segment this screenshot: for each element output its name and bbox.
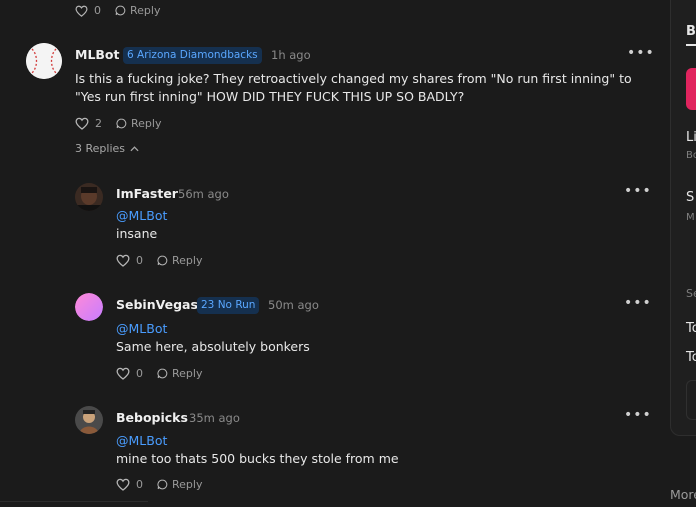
sidebar-card[interactable] <box>686 380 696 420</box>
reply-label: Reply <box>172 367 203 380</box>
top-comment-actions: 0 Reply <box>75 4 160 17</box>
comment-icon <box>157 368 168 379</box>
bet-badge: 23 No Run <box>197 297 260 314</box>
reply-button[interactable]: Reply <box>157 478 202 491</box>
more-icon[interactable]: ••• <box>624 296 652 310</box>
reply-time: 56m ago <box>178 187 229 201</box>
comment-icon <box>157 255 168 266</box>
like-count: 0 <box>136 254 143 267</box>
reply-text: mine too thats 500 bucks they stole from… <box>116 451 399 466</box>
more-icon[interactable]: ••• <box>624 184 652 198</box>
sidebar-item-title[interactable]: S <box>686 190 694 205</box>
comment-actions: 2 Reply <box>75 117 161 130</box>
reply-label: Reply <box>172 478 203 491</box>
comments-page: 0 Reply MLBot 6 Arizona Diamondbacks 1h … <box>0 0 696 507</box>
more-icon[interactable]: ••• <box>624 408 652 422</box>
like-count: 0 <box>94 4 101 17</box>
mention-link[interactable]: @MLBot <box>116 321 167 336</box>
sidebar-item-subtitle: M <box>686 212 695 223</box>
reply-label: Reply <box>130 4 161 17</box>
promo-card[interactable] <box>686 68 696 110</box>
like-count: 0 <box>136 478 143 491</box>
like-count: 2 <box>95 117 102 130</box>
mention-link[interactable]: @MLBot <box>116 208 167 223</box>
reply-button[interactable]: Reply <box>115 4 160 17</box>
comment-icon <box>116 118 127 129</box>
chevron-up-icon <box>130 145 139 152</box>
user-avatar[interactable] <box>75 293 103 321</box>
more-link[interactable]: More <box>670 487 696 502</box>
reply-button[interactable]: Reply <box>116 117 161 130</box>
like-count: 0 <box>136 367 143 380</box>
heart-icon[interactable] <box>116 478 130 491</box>
reply-label: Reply <box>172 254 203 267</box>
reply-actions: 0 Reply <box>116 254 202 267</box>
comment-text: Is this a fucking joke? They retroactive… <box>75 71 632 104</box>
reply-text: Same here, absolutely bonkers <box>116 339 310 354</box>
comment-username[interactable]: MLBot <box>75 47 120 62</box>
reply-label: Reply <box>131 117 162 130</box>
sidebar-item-title[interactable]: Li <box>686 130 696 145</box>
replies-toggle-button[interactable]: 3 Replies <box>75 142 139 155</box>
sidebar-row[interactable]: To <box>686 350 696 365</box>
team-badge: 6 Arizona Diamondbacks <box>123 47 262 64</box>
user-avatar[interactable] <box>75 183 103 211</box>
section-label: Se <box>686 287 696 300</box>
reply-username[interactable]: Bebopicks <box>116 410 188 425</box>
divider <box>0 501 148 502</box>
baseball-avatar[interactable] <box>26 43 62 79</box>
heart-icon[interactable] <box>116 254 130 267</box>
comment-icon <box>157 479 168 490</box>
reply-actions: 0 Reply <box>116 478 202 491</box>
heart-icon[interactable] <box>116 367 130 380</box>
reply-text: insane <box>116 226 158 241</box>
user-avatar[interactable] <box>75 406 103 434</box>
reply-actions: 0 Reply <box>116 367 202 380</box>
replies-count-label: 3 Replies <box>75 142 126 155</box>
reply-button[interactable]: Reply <box>157 254 202 267</box>
mention-link[interactable]: @MLBot <box>116 433 167 448</box>
comment-time: 1h ago <box>271 48 311 62</box>
reply-time: 35m ago <box>189 411 240 425</box>
reply-time: 50m ago <box>268 298 319 312</box>
sidebar-row[interactable]: To <box>686 321 696 336</box>
reply-username[interactable]: SebinVegas <box>116 297 198 312</box>
heart-icon[interactable] <box>75 5 88 17</box>
reply-button[interactable]: Reply <box>157 367 202 380</box>
sidebar-tab[interactable]: B <box>686 24 696 39</box>
sidebar-item-subtitle: Bo <box>686 150 696 161</box>
active-tab-indicator <box>686 44 696 46</box>
heart-icon[interactable] <box>75 117 89 130</box>
comment-icon <box>115 5 126 16</box>
reply-username[interactable]: ImFaster <box>116 186 178 201</box>
more-icon[interactable]: ••• <box>627 46 655 60</box>
